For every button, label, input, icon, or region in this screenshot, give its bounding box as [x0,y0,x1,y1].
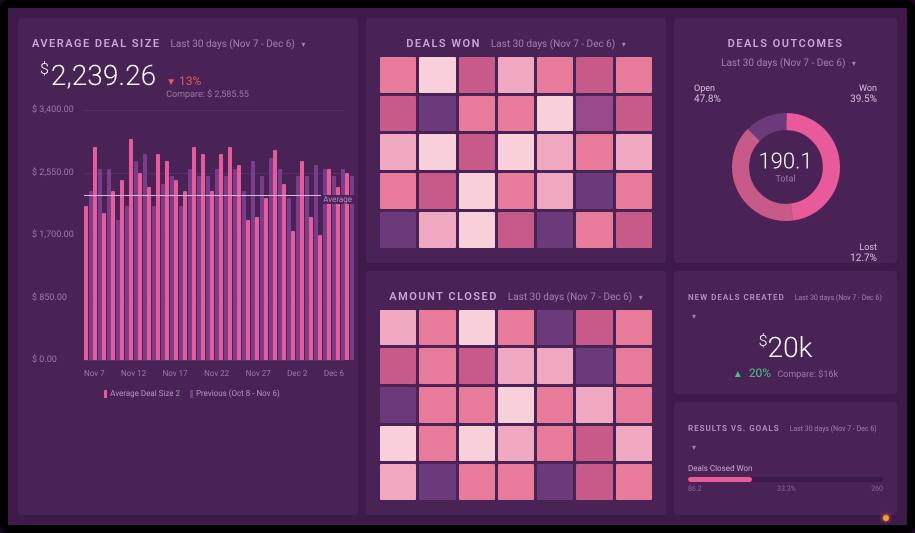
chevron-down-icon: ▾ [852,59,856,68]
x-axis: Nov 7Nov 12Nov 17Nov 22Nov 27Dec 2Dec 6 [84,369,344,378]
donut-label-lost: Lost 12.7% [850,243,877,263]
prog-bar-1 [688,477,883,482]
avg-period-text: Last 30 days (Nov 7 - Dec 6) [171,39,295,50]
avg-compare: Compare: $ 2,585.55 [166,90,249,100]
amount-closed-period-text: Last 30 days (Nov 7 - Dec 6) [508,292,632,303]
chevron-down-icon: ▾ [622,40,626,49]
dashboard-frame: AVERAGE DEAL SIZE Last 30 days (Nov 7 - … [0,0,915,533]
amount-closed-title: AMOUNT CLOSED [389,290,498,303]
prog-label-1: Deals Closed Won [688,464,883,473]
power-led-icon [883,515,889,521]
results-goals-card: RESULTS VS. GOALS Last 30 days (Nov 7 - … [674,402,897,516]
legend-swatch-prev [190,390,193,398]
prog-val-1: 86.2 [688,485,702,493]
avg-period[interactable]: Last 30 days (Nov 7 - Dec 6) ▾ [171,39,306,50]
y-axis: $ 3,400.00$ 2,550.00$ 1,700.00$ 850.00$ … [32,110,82,360]
right-bottom-stack: NEW DEALS CREATED Last 30 days (Nov 7 - … [674,271,897,516]
results-period-text: Last 30 days (Nov 7 - Dec 6) [790,425,877,433]
new-deals-card: NEW DEALS CREATED Last 30 days (Nov 7 - … [674,271,897,394]
avg-deal-size-card: AVERAGE DEAL SIZE Last 30 days (Nov 7 - … [18,18,358,515]
chevron-down-icon: ▾ [301,40,305,49]
outcomes-period-text: Last 30 days (Nov 7 - Dec 6) [721,58,845,69]
label-won-pct: 39.5% [850,94,877,105]
legend-swatch-current [104,390,107,398]
new-deals-period-text: Last 30 days (Nov 7 - Dec 6) [795,294,882,302]
new-deals-num: 20k [768,331,813,364]
results-title: RESULTS VS. GOALS [688,424,780,433]
average-line: Average [84,195,344,196]
label-lost-name: Lost [859,243,877,253]
label-lost-pct: 12.7% [850,253,877,263]
chevron-down-icon: ▾ [639,293,643,302]
avg-bar-chart: $ 3,400.00$ 2,550.00$ 1,700.00$ 850.00$ … [32,110,344,400]
donut-total-label: Total [758,175,812,185]
legend-prev-text: Previous (Oct 8 - Nov 6) [196,389,280,398]
label-won-name: Won [859,84,877,94]
donut-label-open: Open 47.8% [694,84,721,105]
dashboard-grid: AVERAGE DEAL SIZE Last 30 days (Nov 7 - … [8,8,907,525]
donut-total-value: 190.1 [758,150,812,175]
deals-won-title: DEALS WON [406,37,481,50]
avg-value: $2,239.26 [40,59,156,92]
legend-current-text: Average Deal Size 2 [110,389,180,398]
outcomes-title: DEALS OUTCOMES [728,37,844,50]
donut-chart: 190.1 Total Open 47.8% Won 39.5% Lost 12… [688,76,883,263]
outcomes-period[interactable]: Last 30 days (Nov 7 - Dec 6) ▾ [721,58,856,69]
donut-center: 190.1 Total [758,150,812,185]
arrow-up-icon: ▲ [733,369,743,380]
new-deals-delta-pct: 20% [749,366,771,380]
amount-closed-period[interactable]: Last 30 days (Nov 7 - Dec 6) ▾ [508,292,643,303]
new-deals-value: $20k [688,331,883,364]
label-open-name: Open [694,84,715,94]
chevron-down-icon: ▾ [692,443,696,452]
prog-max-1: 260 [871,485,883,493]
currency-symbol: $ [759,331,768,350]
avg-value-num: 2,239.26 [51,59,156,92]
avg-line-label: Average [321,195,354,204]
donut-label-won: Won 39.5% [850,84,877,105]
avg-delta-pct: 13% [179,74,201,88]
deals-won-heatmap [380,57,652,248]
deals-won-period[interactable]: Last 30 days (Nov 7 - Dec 6) ▾ [491,39,626,50]
deals-won-card: DEALS WON Last 30 days (Nov 7 - Dec 6) ▾ [366,18,666,263]
label-open-pct: 47.8% [694,94,721,105]
amount-closed-card: AMOUNT CLOSED Last 30 days (Nov 7 - Dec … [366,271,666,516]
amount-closed-heatmap [380,310,652,501]
bar-legend: Average Deal Size 2 Previous (Oct 8 - No… [32,389,344,398]
arrow-down-icon: ▼ [166,77,176,88]
new-deals-title: NEW DEALS CREATED [688,293,785,302]
deals-won-period-text: Last 30 days (Nov 7 - Dec 6) [491,39,615,50]
currency-symbol: $ [40,59,49,78]
new-deals-delta: ▲ 20% [733,366,771,380]
new-deals-delta-row: ▲ 20% Compare: $16k [688,366,883,380]
bar-plot-area [84,110,344,360]
prog-fill-1 [688,477,752,482]
new-deals-compare: Compare: $16k [777,370,838,380]
prog-scale-1: 86.2 33.3% 260 [688,485,883,493]
outcomes-card: DEALS OUTCOMES Last 30 days (Nov 7 - Dec… [674,18,897,263]
avg-title: AVERAGE DEAL SIZE [32,37,161,50]
prog-mid-1: 33.3% [777,485,796,493]
avg-delta: ▼13% [166,74,249,88]
chevron-down-icon: ▾ [692,312,696,321]
